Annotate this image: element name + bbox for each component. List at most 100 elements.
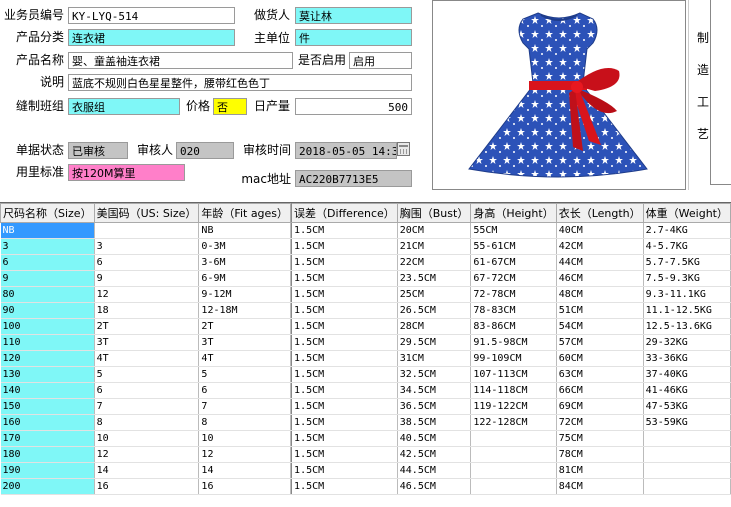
cell-height[interactable]: 99-109CM	[470, 350, 557, 367]
cell-size[interactable]: 160	[0, 414, 95, 431]
cell-length[interactable]: 54CM	[556, 318, 644, 335]
cell-us-size[interactable]: 3T	[94, 334, 200, 351]
cell-bust[interactable]: 36.5CM	[397, 398, 472, 415]
cell-size[interactable]: 130	[0, 366, 95, 383]
cell-height[interactable]: 122-128CM	[470, 414, 557, 431]
cell-bust[interactable]: 22CM	[397, 254, 472, 271]
cell-size[interactable]: 80	[0, 286, 95, 303]
cell-weight[interactable]: 47-53KG	[643, 398, 731, 415]
cell-bust[interactable]: 20CM	[397, 222, 472, 239]
cell-length[interactable]: 75CM	[556, 430, 644, 447]
cell-height[interactable]: 55CM	[470, 222, 557, 239]
col-bust[interactable]: 胸围（Bust）	[396, 203, 472, 223]
cell-height[interactable]	[470, 478, 557, 495]
cell-size[interactable]: 190	[0, 462, 95, 479]
unit-field[interactable]: 件	[295, 29, 412, 46]
cell-bust[interactable]: 31CM	[397, 350, 472, 367]
cell-us-size[interactable]: 6	[94, 382, 200, 399]
cell-weight[interactable]: 2.7-4KG	[643, 222, 731, 239]
cell-us-size[interactable]: 12	[94, 286, 200, 303]
cell-size[interactable]: 180	[0, 446, 95, 463]
cell-difference[interactable]: 1.5CM	[291, 462, 398, 479]
cell-length[interactable]: 63CM	[556, 366, 644, 383]
price-field[interactable]: 否	[213, 98, 247, 115]
cell-length[interactable]: 48CM	[556, 286, 644, 303]
table-row[interactable]: 3 3 0-3M 1.5CM 21CM 55-61CM 42CM 4-5.7KG	[0, 238, 731, 255]
cell-weight[interactable]: 41-46KG	[643, 382, 731, 399]
cell-weight[interactable]: 33-36KG	[643, 350, 731, 367]
table-row[interactable]: 100 2T 2T 1.5CM 28CM 83-86CM 54CM 12.5-13.6KG	[0, 318, 731, 335]
description-field[interactable]: 蓝底不规则白色星星整件，腰带红色色丁	[68, 74, 412, 91]
cell-difference[interactable]: 1.5CM	[291, 334, 398, 351]
cell-weight[interactable]	[643, 462, 731, 479]
cell-weight[interactable]: 53-59KG	[643, 414, 731, 431]
cell-bust[interactable]: 42.5CM	[397, 446, 472, 463]
cell-weight[interactable]: 4-5.7KG	[643, 238, 731, 255]
fabric-standard-field[interactable]: 按120M算里	[68, 164, 185, 181]
cell-weight[interactable]: 11.1-12.5KG	[643, 302, 731, 319]
cell-length[interactable]: 44CM	[556, 254, 644, 271]
cell-height[interactable]: 55-61CM	[470, 238, 557, 255]
cell-difference[interactable]: 1.5CM	[291, 446, 398, 463]
cell-bust[interactable]: 26.5CM	[397, 302, 472, 319]
cell-weight[interactable]	[643, 478, 731, 495]
cell-bust[interactable]: 40.5CM	[397, 430, 472, 447]
product-name-field[interactable]: 婴、童盖袖连衣裙	[68, 52, 293, 69]
table-row[interactable]: 140 6 6 1.5CM 34.5CM 114-118CM 66CM 41-46KG	[0, 382, 731, 399]
cell-difference[interactable]: 1.5CM	[291, 366, 398, 383]
cell-length[interactable]: 42CM	[556, 238, 644, 255]
cell-us-size[interactable]: 4T	[94, 350, 200, 367]
cell-height[interactable]	[470, 430, 557, 447]
cell-size[interactable]: 150	[0, 398, 95, 415]
cell-us-size[interactable]: 9	[94, 270, 200, 287]
salesman-no-field[interactable]: KY-LYQ-514	[68, 7, 235, 24]
calendar-icon[interactable]	[397, 142, 410, 156]
cell-age[interactable]: 3T	[198, 334, 292, 351]
cell-length[interactable]: 51CM	[556, 302, 644, 319]
cell-difference[interactable]: 1.5CM	[291, 398, 398, 415]
cell-height[interactable]: 61-67CM	[470, 254, 557, 271]
cell-us-size[interactable]: 7	[94, 398, 200, 415]
table-row[interactable]: 110 3T 3T 1.5CM 29.5CM 91.5-98CM 57CM 29-32KG	[0, 334, 731, 351]
cell-difference[interactable]: 1.5CM	[291, 318, 398, 335]
cell-weight[interactable]: 37-40KG	[643, 366, 731, 383]
cell-age[interactable]: 6-9M	[198, 270, 292, 287]
merchandiser-field[interactable]: 莫让林	[295, 7, 412, 24]
cell-height[interactable]: 67-72CM	[470, 270, 557, 287]
cell-us-size[interactable]: 3	[94, 238, 200, 255]
cell-age[interactable]: 14	[198, 462, 292, 479]
cell-us-size[interactable]: 16	[94, 478, 200, 495]
cell-us-size[interactable]: 10	[94, 430, 200, 447]
table-row[interactable]: 90 18 12-18M 1.5CM 26.5CM 78-83CM 51CM 11.1-12.…	[0, 302, 731, 319]
cell-age[interactable]: 6	[198, 382, 292, 399]
cell-bust[interactable]: 23.5CM	[397, 270, 472, 287]
cell-height[interactable]: 72-78CM	[470, 286, 557, 303]
cell-size[interactable]: 3	[0, 238, 95, 255]
table-row[interactable]: 6 6 3-6M 1.5CM 22CM 61-67CM 44CM 5.7-7.5KG	[0, 254, 731, 271]
cell-us-size[interactable]: 2T	[94, 318, 200, 335]
col-us-size[interactable]: 美国码（US: Size）	[93, 203, 200, 223]
cell-height[interactable]: 78-83CM	[470, 302, 557, 319]
table-row[interactable]: 160 8 8 1.5CM 38.5CM 122-128CM 72CM 53-59KG	[0, 414, 731, 431]
cell-size[interactable]: 200	[0, 478, 95, 495]
col-age[interactable]: 年龄（Fit ages）	[198, 203, 292, 223]
cell-bust[interactable]: 28CM	[397, 318, 472, 335]
cell-bust[interactable]: 32.5CM	[397, 366, 472, 383]
review-time-field[interactable]: 2018-05-05 14:3	[295, 142, 397, 159]
cell-bust[interactable]: 38.5CM	[397, 414, 472, 431]
table-row[interactable]: 9 9 6-9M 1.5CM 23.5CM 67-72CM 46CM 7.5-9.3KG	[0, 270, 731, 287]
cell-weight[interactable]: 29-32KG	[643, 334, 731, 351]
cell-height[interactable]: 119-122CM	[470, 398, 557, 415]
table-row[interactable]: 130 5 5 1.5CM 32.5CM 107-113CM 63CM 37-40KG	[0, 366, 731, 383]
cell-age[interactable]: 5	[198, 366, 292, 383]
cell-us-size[interactable]: 18	[94, 302, 200, 319]
table-row[interactable]: 80 12 9-12M 1.5CM 25CM 72-78CM 48CM 9.3-11.1KG	[0, 286, 731, 303]
enabled-field[interactable]: 启用	[349, 52, 412, 69]
cell-length[interactable]: 46CM	[556, 270, 644, 287]
cell-difference[interactable]: 1.5CM	[291, 350, 398, 367]
cell-us-size[interactable]: 12	[94, 446, 200, 463]
col-length[interactable]: 衣长（Length）	[555, 203, 644, 223]
cell-difference[interactable]: 1.5CM	[291, 478, 398, 495]
cell-height[interactable]: 91.5-98CM	[470, 334, 557, 351]
daily-output-field[interactable]: 500	[295, 98, 412, 115]
